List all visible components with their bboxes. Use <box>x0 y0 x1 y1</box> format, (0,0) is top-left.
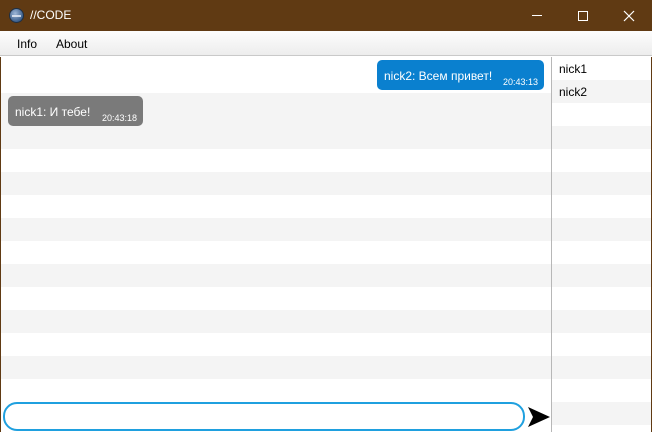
chat-message-list[interactable]: nick2: Всем привет! 20:43:13 nick1: И те… <box>1 57 551 401</box>
user-list-item[interactable]: nick2 <box>552 80 651 103</box>
app-globe-icon <box>9 8 24 23</box>
message-text: nick1: И тебе! <box>15 105 91 119</box>
menu-about[interactable]: About <box>56 37 87 51</box>
window-border-left <box>0 57 1 432</box>
close-icon <box>623 10 635 21</box>
close-button[interactable] <box>606 0 652 31</box>
send-button[interactable] <box>527 405 551 429</box>
user-name: nick2 <box>559 85 588 99</box>
message-row: nick1: И тебе! 20:43:18 <box>1 93 551 129</box>
user-name: nick1 <box>559 62 588 76</box>
title-bar[interactable]: //CODE <box>0 0 652 31</box>
outgoing-message-bubble: nick2: Всем привет! 20:43:13 <box>377 60 544 90</box>
menu-info[interactable]: Info <box>17 37 37 51</box>
message-timestamp: 20:43:13 <box>502 77 538 87</box>
message-input-bar <box>1 401 551 432</box>
menu-bar: Info About <box>0 31 652 56</box>
message-timestamp: 20:43:18 <box>101 113 137 123</box>
send-arrow-icon <box>528 407 550 427</box>
message-text: nick2: Всем привет! <box>384 69 493 83</box>
minimize-icon <box>532 15 542 16</box>
message-row: nick2: Всем привет! 20:43:13 <box>1 57 551 93</box>
maximize-icon <box>578 10 588 21</box>
message-input[interactable] <box>3 402 525 431</box>
maximize-button[interactable] <box>560 0 606 31</box>
user-list[interactable]: nick1 nick2 <box>551 57 651 432</box>
user-list-item[interactable]: nick1 <box>552 57 651 80</box>
window-title: //CODE <box>30 8 72 22</box>
incoming-message-bubble: nick1: И тебе! 20:43:18 <box>8 96 143 126</box>
minimize-button[interactable] <box>514 0 560 31</box>
